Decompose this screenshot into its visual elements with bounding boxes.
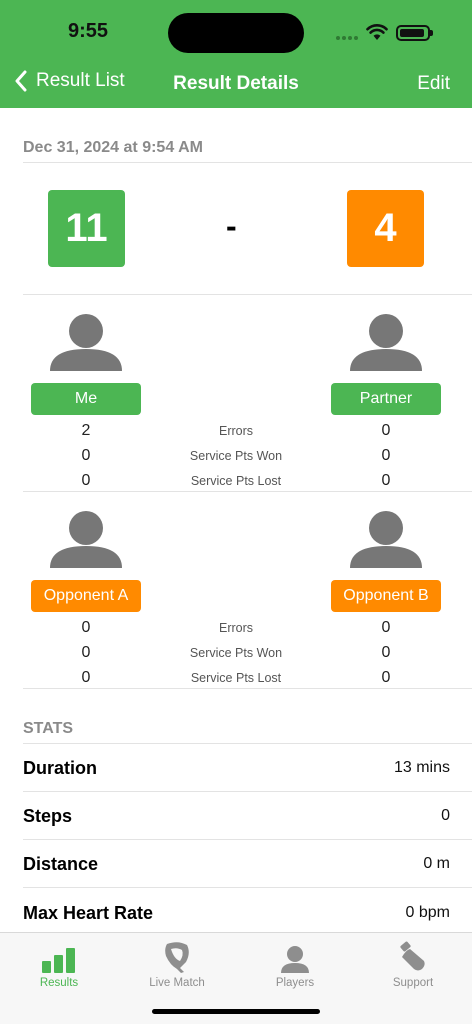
- player-partner-button[interactable]: Partner: [331, 383, 441, 415]
- stat-right-value: 0: [381, 422, 391, 439]
- bottle-icon: [400, 941, 425, 971]
- stat-left-value: 0: [81, 669, 91, 686]
- stat-distance-value: 0 m: [423, 855, 450, 872]
- tab-live-match[interactable]: Live Match: [118, 939, 236, 989]
- stat-label: Service Pts Lost: [190, 671, 282, 685]
- stat-row: 0 Service Pts Won 0: [0, 447, 472, 469]
- tab-results-label: Results: [39, 977, 79, 989]
- stat-right-value: 0: [381, 472, 391, 489]
- stat-steps-label: Steps: [23, 805, 73, 826]
- player-opponent-a-button[interactable]: Opponent A: [31, 580, 141, 612]
- stat-label: Errors: [218, 621, 254, 635]
- stat-left-value: 0: [81, 644, 91, 661]
- stats-section-header: STATS: [23, 720, 74, 737]
- stat-max-heart-rate-row: Max Heart Rate 0 bpm: [23, 901, 450, 925]
- stat-row: 0 Errors 0: [0, 619, 472, 641]
- stat-left-value: 0: [81, 619, 91, 636]
- tab-players-label: Players: [275, 977, 315, 989]
- paddle-icon: [165, 942, 189, 973]
- battery-icon: [396, 25, 433, 41]
- person-icon: [281, 946, 309, 973]
- divider: [23, 294, 472, 295]
- person-avatar-icon: [50, 511, 122, 568]
- player-me-button[interactable]: Me: [31, 383, 141, 415]
- score-separator: -: [226, 208, 237, 244]
- stat-right-value: 0: [381, 644, 391, 661]
- back-button[interactable]: Result List: [14, 70, 125, 92]
- tab-support-label: Support: [392, 977, 434, 989]
- stat-left-value: 0: [81, 447, 91, 464]
- stat-label: Service Pts Won: [189, 646, 283, 660]
- stat-distance-label: Distance: [23, 853, 99, 874]
- stat-max-heart-rate-label: Max Heart Rate: [23, 902, 154, 923]
- page-title: Result Details: [173, 73, 299, 94]
- divider: [23, 162, 472, 163]
- tab-live-match-label: Live Match: [149, 977, 205, 989]
- tab-results[interactable]: Results: [0, 939, 118, 989]
- status-time: 9:55: [68, 20, 109, 42]
- back-button-label: Result List: [36, 70, 125, 91]
- score-me: 11: [48, 190, 125, 267]
- person-avatar-icon: [50, 314, 122, 371]
- divider: [23, 887, 472, 888]
- stat-label: Service Pts Lost: [190, 474, 282, 488]
- person-avatar-icon: [350, 314, 422, 371]
- stat-left-value: 2: [81, 422, 91, 439]
- bar-chart-icon: [42, 948, 75, 973]
- divider: [23, 791, 472, 792]
- dynamic-island: [168, 13, 304, 53]
- stat-right-value: 0: [381, 447, 391, 464]
- stat-steps-row: Steps 0: [23, 804, 450, 828]
- stat-duration-value: 13 mins: [393, 759, 450, 776]
- stat-duration-label: Duration: [23, 757, 97, 778]
- score-opponent: 4: [347, 190, 424, 267]
- tab-players[interactable]: Players: [236, 939, 354, 989]
- stat-right-value: 0: [381, 619, 391, 636]
- top-bar: 9:55 Result List Result Details Edit: [0, 0, 472, 108]
- stat-duration-row: Duration 13 mins: [23, 756, 450, 780]
- home-indicator[interactable]: [152, 1009, 320, 1014]
- person-avatar-icon: [350, 511, 422, 568]
- tab-support[interactable]: Support: [354, 939, 472, 989]
- stat-distance-row: Distance 0 m: [23, 852, 450, 876]
- divider: [23, 839, 472, 840]
- signal-icon: [336, 36, 358, 40]
- stat-row: 0 Service Pts Won 0: [0, 644, 472, 666]
- edit-button[interactable]: Edit: [417, 73, 450, 95]
- player-opponent-b-button[interactable]: Opponent B: [331, 580, 441, 612]
- stat-right-value: 0: [381, 669, 391, 686]
- wifi-icon: [366, 24, 388, 40]
- result-date: Dec 31, 2024 at 9:54 AM: [23, 139, 203, 156]
- stat-steps-value: 0: [441, 807, 450, 824]
- divider: [23, 688, 472, 689]
- divider: [23, 491, 472, 492]
- stat-max-heart-rate-value: 0 bpm: [405, 904, 450, 921]
- stat-left-value: 0: [81, 472, 91, 489]
- divider: [23, 743, 472, 744]
- stat-label: Service Pts Won: [189, 449, 283, 463]
- stat-row: 2 Errors 0: [0, 422, 472, 444]
- stat-label: Errors: [218, 424, 254, 438]
- chevron-left-icon: [15, 70, 27, 92]
